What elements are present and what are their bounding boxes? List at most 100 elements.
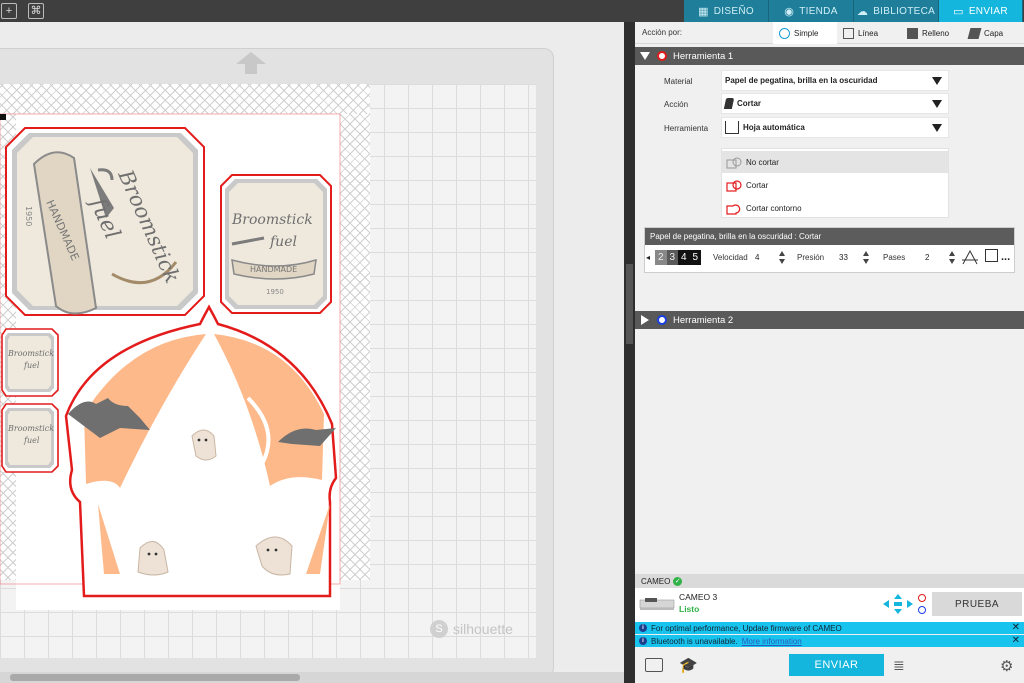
document-tab-icon[interactable]: ⌘ [28,3,44,19]
tab-design[interactable]: ▦ DISEÑO [684,0,769,22]
tool-2-title: Herramienta 2 [673,314,734,326]
passes-stepper[interactable]: 2 [925,249,955,266]
large-label[interactable]: Broomstick fuel HANDMADE 1950 [5,127,205,316]
cut-contour-icon [726,203,741,215]
tool-1-title: Herramienta 1 [673,50,734,62]
blade-digit-3: 3 [666,250,678,265]
cut-option-no-cut-label: No cortar [746,157,779,167]
tool-1-header[interactable]: Herramienta 1 [635,47,1024,65]
speed-value: 4 [755,253,760,262]
layer-icon [967,27,982,39]
increment-icon[interactable] [863,251,869,256]
tool-2-header[interactable]: Herramienta 2 [635,311,1024,329]
vertical-scroll-thumb[interactable] [626,264,633,344]
red-tool-indicator-icon [918,594,926,602]
cut-settings-row: ◂ 2 3 4 5 Velocidad 4 Presión 33 Pases 2 [645,245,1014,273]
fill-icon [907,27,918,39]
cut-settings: Papel de pegatina, brilla en la oscurida… [644,227,1015,273]
cut-icon [726,179,742,192]
bottom-bar: 🎓 ENVIAR ≣ ⚙ [635,648,1024,683]
pressure-label: Presión [797,253,825,262]
cameo-icon: ▭ [953,5,964,18]
feed-up-arrow-icon[interactable] [236,52,266,74]
silhouette-watermark: S silhouette [430,620,513,638]
test-button[interactable]: PRUEBA [932,592,1022,616]
queue-list-icon[interactable]: ≣ [893,658,905,672]
blade-depth-left-arrow-icon[interactable]: ◂ [646,253,650,262]
tent-illustration[interactable] [64,304,338,598]
tool-1-color-icon [657,51,667,61]
action-tab-layer[interactable]: Capa [963,22,1023,44]
blade-digit-2: 2 [655,250,667,265]
cut-settings-header: Papel de pegatina, brilla en la oscurida… [645,228,1014,245]
cut-option-cut-label: Cortar [746,180,769,190]
speed-stepper[interactable]: 4 [755,249,785,266]
increment-icon[interactable] [779,251,785,256]
more-information-link[interactable]: More information [742,637,802,646]
more-settings-button[interactable]: ... [1001,251,1010,263]
blade-depth-selector[interactable]: 2 3 4 5 [655,250,701,265]
bluetooth-notice-text: Bluetooth is unavailable. [651,636,738,646]
action-tab-layer-label: Capa [984,28,1004,38]
design-artwork[interactable]: Broomstick fuel HANDMADE 1950 Broomstick… [0,84,370,610]
tool-dropdown[interactable]: Hoja automática [721,117,949,138]
small-label-1-title: Broomstick [7,349,54,358]
cut-option-cut[interactable]: Cortar [722,174,948,196]
increment-icon[interactable] [949,251,955,256]
move-arrows-icon[interactable] [883,594,913,614]
vertical-scrollbar[interactable] [624,22,635,683]
medium-label[interactable]: Broomstick fuel HANDMADE 1950 [220,174,332,314]
medium-label-title: Broomstick [231,212,313,228]
machine-card[interactable]: CAMEO 3 Listo PRUEBA [635,588,1024,622]
decrement-icon[interactable] [863,259,869,264]
tab-library-label: BIBLIOTECA [873,5,936,17]
firmware-notice-text: For optimal performance, Update firmware… [651,623,842,633]
send-button[interactable]: ENVIAR [789,654,884,676]
line-segment-overcut-icon[interactable] [961,248,979,266]
close-icon[interactable]: ✕ [1012,622,1020,634]
nav-tabs: ▦ DISEÑO ◉ TIENDA ☁ BIBLIOTECA ▭ ENVIAR [684,0,1023,22]
pressure-stepper[interactable]: 33 [839,249,869,266]
horizontal-scroll-thumb[interactable] [10,674,300,681]
small-label-1-subtitle: fuel [23,361,40,370]
action-dropdown[interactable]: Cortar [721,93,949,114]
gear-icon[interactable]: ⚙ [1000,657,1013,675]
tab-send[interactable]: ▭ ENVIAR [939,0,1023,22]
action-label: Acción [664,100,689,109]
action-tab-simple[interactable]: Simple [773,22,837,44]
watermark-text: silhouette [453,621,513,637]
action-tab-fill[interactable]: Relleno [901,22,965,44]
decrement-icon[interactable] [949,259,955,264]
machine-settings-icon[interactable] [645,658,663,672]
horizontal-scrollbar[interactable] [0,672,624,683]
small-label-1[interactable]: Broomstick fuel [1,328,59,397]
decrement-icon[interactable] [779,259,785,264]
expand-icon [641,315,649,325]
tab-send-label: ENVIAR [968,5,1008,17]
graduation-cap-icon[interactable]: 🎓 [679,656,698,674]
action-tab-line-label: Línea [858,28,879,38]
cut-option-no-cut[interactable]: No cortar [722,151,948,173]
cut-option-contour[interactable]: Cortar contorno [722,197,948,219]
tab-library[interactable]: ☁ BIBLIOTECA [854,0,939,22]
action-by-bar: Acción por: Simple Línea Relleno Capa [635,22,1024,44]
info-icon: i [639,624,647,632]
blade-digit-4: 4 [678,250,690,265]
design-canvas[interactable]: Broomstick fuel HANDMADE 1950 Broomstick… [0,22,624,678]
small-label-2[interactable]: Broomstick fuel [1,403,59,473]
tab-store[interactable]: ◉ TIENDA [769,0,854,22]
material-dropdown[interactable]: Papel de pegatina, brilla en la oscurida… [721,70,949,91]
tool-2-color-icon [657,315,667,325]
cut-options-list: No cortar Cortar Cortar contorno [721,148,949,218]
action-tab-line[interactable]: Línea [837,22,901,44]
bluetooth-notice: i Bluetooth is unavailable. More informa… [635,635,1024,647]
add-tab-icon[interactable]: + [1,3,17,19]
info-icon: i [639,637,647,645]
collapse-icon [640,52,650,60]
close-icon[interactable]: ✕ [1012,635,1020,647]
tab-store-label: TIENDA [799,5,838,17]
tool-label: Herramienta [664,124,709,133]
passes-value: 2 [925,253,930,262]
cameo-machine-icon [639,598,675,610]
track-enhancing-icon[interactable] [985,249,998,262]
